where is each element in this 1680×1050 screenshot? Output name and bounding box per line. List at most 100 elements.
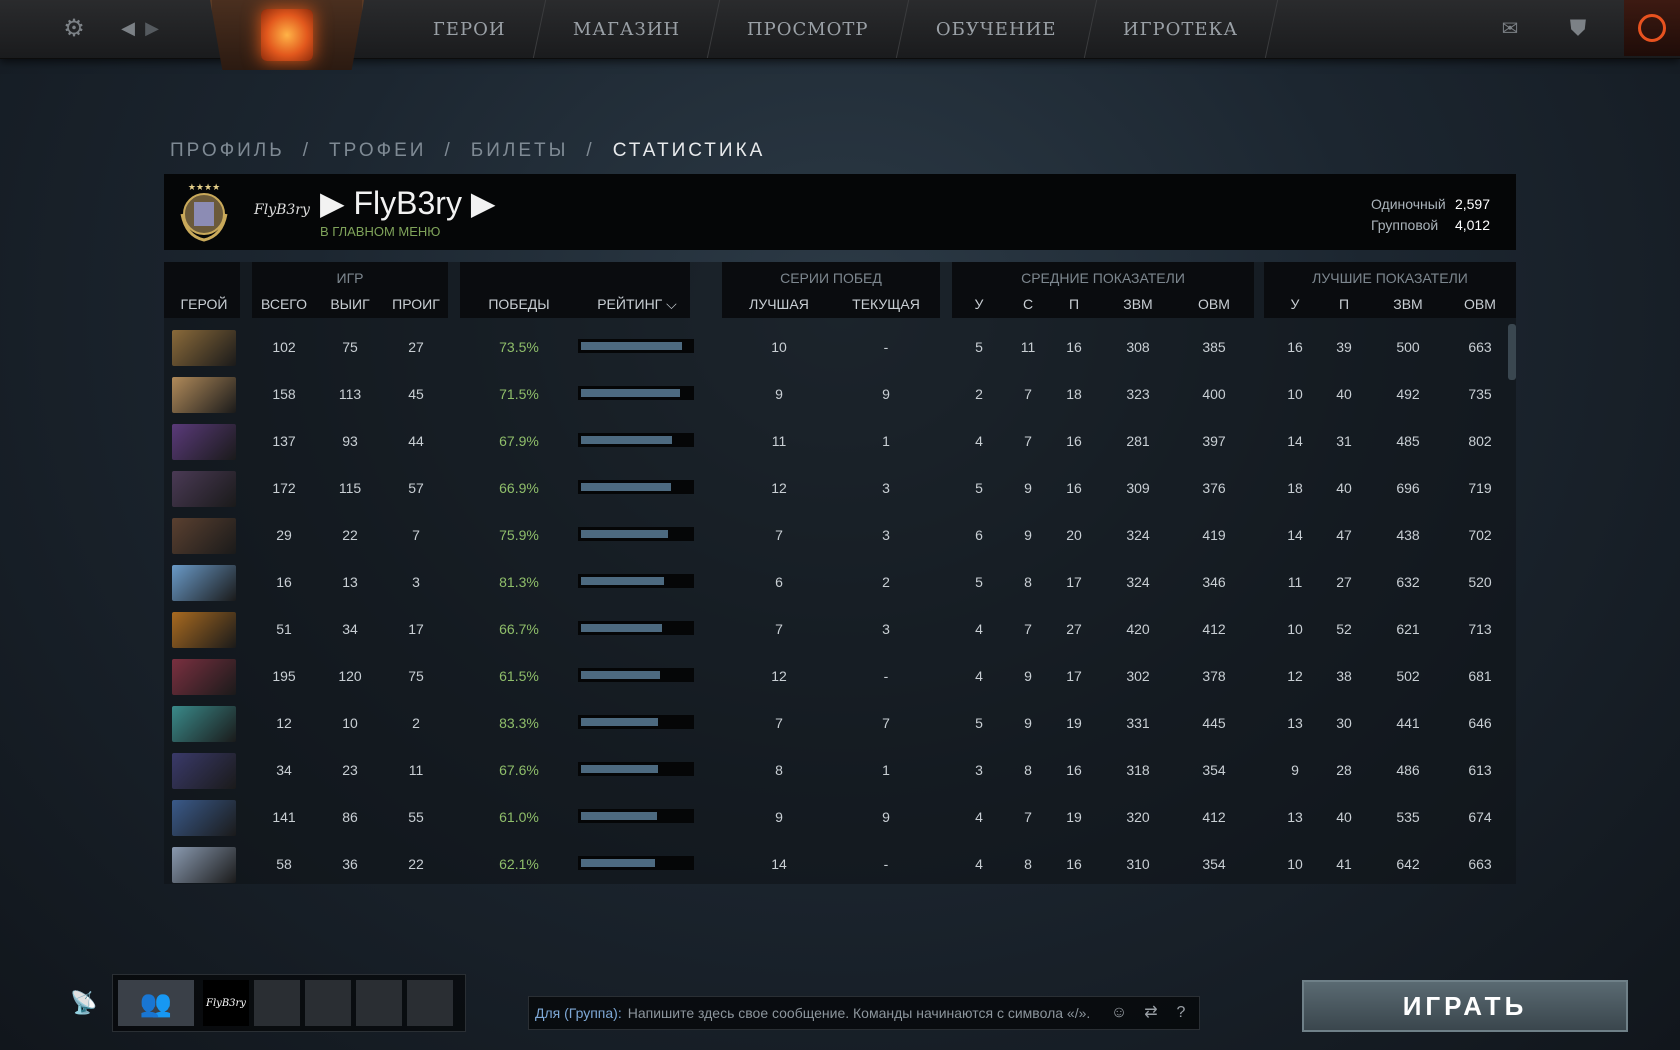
hero-portrait[interactable] — [172, 800, 236, 836]
col-avg-gpm[interactable]: ОВМ — [1184, 296, 1244, 312]
hero-portrait[interactable] — [172, 753, 236, 789]
cell-avg: 7 — [1024, 433, 1032, 449]
cell-best: 663 — [1468, 856, 1492, 872]
play-button[interactable]: ИГРАТЬ — [1302, 980, 1628, 1032]
col-avg-deaths[interactable]: С — [1013, 296, 1043, 312]
cell-lost: 22 — [408, 856, 424, 872]
col-winrate[interactable]: ПОБЕДЫ — [474, 296, 564, 312]
chat-channel-label[interactable]: Для (Группа): — [535, 1005, 622, 1021]
table-row[interactable]: 141 86 55 61.0% 9 9 4 7 19 320 412 13 40 535 674 — [164, 794, 1516, 841]
hero-portrait[interactable] — [172, 471, 236, 507]
hero-portrait[interactable] — [172, 659, 236, 695]
cell-best: 735 — [1468, 386, 1492, 402]
party-bar: 👥 FlyB3ry — [112, 974, 466, 1032]
table-row[interactable]: 137 93 44 67.9% 11 1 4 7 16 281 397 14 31 485 802 — [164, 418, 1516, 465]
crumb-stats[interactable]: СТАТИСТИКА — [613, 140, 766, 162]
broadcast-icon[interactable]: 📡 — [70, 990, 100, 1020]
chat-channel-icon[interactable]: ⇄ — [1139, 1001, 1163, 1025]
cell-cur-streak: 9 — [882, 809, 890, 825]
table-row[interactable]: 58 36 22 62.1% 14 - 4 8 16 310 354 10 41 642 663 — [164, 841, 1516, 888]
table-row[interactable]: 158 113 45 71.5% 9 9 2 7 18 323 400 10 40 492 735 — [164, 371, 1516, 418]
party-slot-empty[interactable] — [254, 980, 300, 1026]
col-total[interactable]: ВСЕГО — [254, 296, 314, 312]
chat-input[interactable]: Напишите здесь свое сообщение. Команды н… — [628, 1005, 1091, 1021]
avatar[interactable]: FlyB3ry — [254, 202, 310, 218]
party-slot-me[interactable]: FlyB3ry — [203, 980, 249, 1026]
table-row[interactable]: 34 23 11 67.6% 8 1 3 8 16 318 354 9 28 486 613 — [164, 747, 1516, 794]
nav-heroes[interactable]: ГЕРОИ — [393, 0, 546, 58]
col-avg-xpm[interactable]: ЗВМ — [1108, 296, 1168, 312]
col-cur-streak[interactable]: ТЕКУЩАЯ — [836, 296, 936, 312]
rating-bar-fill — [581, 671, 660, 679]
table-row[interactable]: 195 120 75 61.5% 12 - 4 9 17 302 378 12 38 502 681 — [164, 653, 1516, 700]
mail-icon[interactable]: ✉ — [1494, 12, 1526, 44]
nav-store[interactable]: МАГАЗИН — [533, 0, 721, 58]
table-scrollbar[interactable] — [1508, 324, 1516, 380]
nav-arcade[interactable]: ИГРОТЕКА — [1083, 0, 1279, 58]
help-button[interactable]: ? — [1169, 1001, 1193, 1025]
power-button[interactable] — [1624, 0, 1680, 56]
hero-portrait[interactable] — [172, 424, 236, 460]
cell-avg: 8 — [1024, 762, 1032, 778]
cell-lost: 55 — [408, 809, 424, 825]
hero-portrait[interactable] — [172, 330, 236, 366]
arrow-right-icon[interactable]: ▶ — [136, 12, 168, 44]
table-row[interactable]: 102 75 27 73.5% 10 - 5 11 16 308 385 16 39 500 663 — [164, 324, 1516, 371]
col-best-gpm[interactable]: ОВМ — [1450, 296, 1510, 312]
rating-bar-fill — [581, 483, 671, 491]
rating-bar — [578, 339, 694, 353]
rating-bar — [578, 386, 694, 400]
cell-best: 28 — [1336, 762, 1352, 778]
breadcrumb: ПРОФИЛЬ / ТРОФЕИ / БИЛЕТЫ / СТАТИСТИКА — [170, 140, 765, 162]
cell-lost: 44 — [408, 433, 424, 449]
table-row[interactable]: 172 115 57 66.9% 12 3 5 9 16 309 376 18 40 696 719 — [164, 465, 1516, 512]
cell-best-streak: 8 — [775, 762, 783, 778]
cell-cur-streak: - — [883, 856, 889, 872]
hero-portrait[interactable] — [172, 612, 236, 648]
table-row[interactable]: 29 22 7 75.9% 7 3 6 9 20 324 419 14 47 438 702 — [164, 512, 1516, 559]
col-hero[interactable]: ГЕРОЙ — [164, 296, 244, 312]
table-row[interactable]: 16 13 3 81.3% 6 2 5 8 17 324 346 11 27 632 520 — [164, 559, 1516, 606]
cell-best: 802 — [1468, 433, 1492, 449]
nav-watch[interactable]: ПРОСМОТР — [707, 0, 909, 58]
col-rating[interactable]: РЕЙТИНГ ⌵ — [584, 296, 690, 313]
table-row[interactable]: 12 10 2 83.3% 7 7 5 9 19 331 445 13 30 441 646 — [164, 700, 1516, 747]
cell-best: 500 — [1396, 339, 1420, 355]
col-avg-assists[interactable]: П — [1059, 296, 1089, 312]
svg-text:★★★★: ★★★★ — [188, 183, 220, 193]
crumb-trophies[interactable]: ТРОФЕИ — [329, 140, 426, 162]
table-row[interactable]: 51 34 17 66.7% 7 3 4 7 27 420 412 10 52 621 713 — [164, 606, 1516, 653]
hero-portrait[interactable] — [172, 847, 236, 883]
cell-best: 441 — [1396, 715, 1420, 731]
cell-avg: 4 — [975, 433, 983, 449]
dota-logo[interactable] — [210, 0, 364, 70]
party-slot-empty[interactable] — [407, 980, 453, 1026]
cell-winrate: 67.9% — [499, 433, 539, 449]
col-best-xpm[interactable]: ЗВМ — [1378, 296, 1438, 312]
party-slot-empty[interactable] — [305, 980, 351, 1026]
col-won[interactable]: ВЫИГ — [320, 296, 380, 312]
col-lost[interactable]: ПРОИГ — [386, 296, 446, 312]
party-slot-empty[interactable] — [356, 980, 402, 1026]
cell-avg: 5 — [975, 480, 983, 496]
hero-portrait[interactable] — [172, 518, 236, 554]
crumb-profile[interactable]: ПРОФИЛЬ — [170, 140, 285, 162]
cell-avg: 302 — [1126, 668, 1150, 684]
cell-best: 38 — [1336, 668, 1352, 684]
hero-portrait[interactable] — [172, 565, 236, 601]
party-button[interactable]: 👥 — [118, 980, 194, 1026]
cell-total: 58 — [276, 856, 292, 872]
cell-cur-streak: 7 — [882, 715, 890, 731]
col-best-kills[interactable]: У — [1280, 296, 1310, 312]
hero-portrait[interactable] — [172, 377, 236, 413]
col-best-assists[interactable]: П — [1329, 296, 1359, 312]
emoticon-icon[interactable]: ☺ — [1107, 1001, 1131, 1025]
cell-best: 613 — [1468, 762, 1492, 778]
nav-learn[interactable]: ОБУЧЕНИЕ — [896, 0, 1097, 58]
crumb-tickets[interactable]: БИЛЕТЫ — [471, 140, 569, 162]
hero-portrait[interactable] — [172, 706, 236, 742]
gear-icon[interactable]: ⚙ — [58, 12, 90, 44]
armory-icon[interactable]: ⛊ — [1562, 12, 1594, 44]
col-avg-kills[interactable]: У — [964, 296, 994, 312]
col-best-streak[interactable]: ЛУЧШАЯ — [734, 296, 824, 312]
